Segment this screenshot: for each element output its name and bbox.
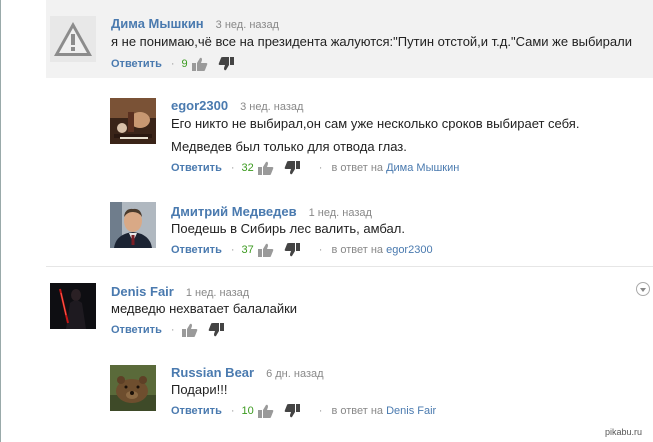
avatar[interactable] bbox=[50, 283, 96, 329]
reply-button[interactable]: Ответить bbox=[111, 58, 162, 70]
separator-dot: · bbox=[170, 324, 175, 336]
thumbs-up-icon[interactable] bbox=[191, 57, 208, 71]
comment-actions: Ответить · 10 · в ответ на Denis Fair bbox=[171, 404, 436, 418]
comment-header: Дмитрий Медведев 1 нед. назад bbox=[171, 203, 372, 221]
comment-text: Медведев был только для отвода глаз. bbox=[171, 139, 407, 154]
separator-dot: · bbox=[170, 58, 175, 70]
comment-actions: Ответить · 37 · в ответ на egor2300 bbox=[171, 243, 433, 257]
thumbs-up-icon[interactable] bbox=[257, 161, 274, 175]
comment-text: Поедешь в Сибирь лес валить, амбал. bbox=[171, 221, 405, 236]
like-count: 32 bbox=[241, 162, 254, 174]
comment-time[interactable]: 1 нед. назад bbox=[309, 207, 372, 219]
comment-text: медведю нехватает балалайки bbox=[111, 301, 298, 316]
in-reply-prefix: в ответ на bbox=[331, 162, 384, 174]
in-reply-prefix: в ответ на bbox=[331, 405, 384, 417]
thumbs-down-icon[interactable] bbox=[284, 161, 300, 175]
thread-divider bbox=[46, 266, 653, 267]
separator-dot: · bbox=[230, 244, 235, 256]
thumbs-up-icon[interactable] bbox=[257, 243, 274, 257]
separator-dot: · bbox=[230, 405, 235, 417]
comment-text: я не понимаю,чё все на президента жалуют… bbox=[111, 34, 632, 49]
reply-button[interactable]: Ответить bbox=[111, 324, 162, 336]
comment-actions: Ответить · bbox=[111, 323, 234, 337]
comment-header: Denis Fair 1 нед. назад bbox=[111, 283, 249, 301]
thumbs-down-icon[interactable] bbox=[284, 404, 300, 418]
comment-time[interactable]: 1 нед. назад bbox=[186, 287, 249, 299]
author-name[interactable]: Russian Bear bbox=[171, 365, 254, 380]
in-reply-to-link[interactable]: Denis Fair bbox=[386, 405, 436, 417]
comment-actions: Ответить · 32 · в ответ на Дима Мышкин bbox=[171, 161, 459, 175]
like-count: 37 bbox=[241, 244, 254, 256]
thumbs-down-icon[interactable] bbox=[284, 243, 300, 257]
thumbs-up-icon[interactable] bbox=[181, 323, 198, 337]
comment-time[interactable]: 3 нед. назад bbox=[216, 19, 279, 31]
warning-triangle-icon bbox=[50, 16, 96, 62]
reply-button[interactable]: Ответить bbox=[171, 405, 222, 417]
avatar[interactable] bbox=[110, 365, 156, 411]
left-border bbox=[0, 0, 1, 442]
reply-button[interactable]: Ответить bbox=[171, 244, 222, 256]
watermark-text: pikabu.ru bbox=[605, 427, 643, 437]
bear-avatar bbox=[110, 365, 156, 411]
separator-dot: · bbox=[230, 162, 235, 174]
author-name[interactable]: egor2300 bbox=[171, 98, 228, 113]
thumbs-up-icon[interactable] bbox=[257, 404, 274, 418]
comment-text: Подари!!! bbox=[171, 382, 228, 397]
comment-menu-chevron-icon[interactable] bbox=[636, 282, 650, 296]
avatar[interactable] bbox=[110, 202, 156, 248]
in-reply-to-link[interactable]: egor2300 bbox=[386, 244, 433, 256]
comment-time[interactable]: 3 нед. назад bbox=[240, 101, 303, 113]
in-reply-prefix: в ответ на bbox=[331, 244, 384, 256]
reply-button[interactable]: Ответить bbox=[171, 162, 222, 174]
photo-avatar bbox=[110, 98, 156, 144]
author-name[interactable]: Denis Fair bbox=[111, 284, 174, 299]
separator-dot: · bbox=[318, 405, 323, 417]
thumbs-down-icon[interactable] bbox=[218, 57, 234, 71]
comment-header: Russian Bear 6 дн. назад bbox=[171, 364, 324, 382]
dark-figure-avatar bbox=[50, 283, 96, 329]
comment-text: Его никто не выбирал,он сам уже нескольк… bbox=[171, 116, 580, 131]
separator-dot: · bbox=[318, 244, 323, 256]
comment-time[interactable]: 6 дн. назад bbox=[266, 368, 323, 380]
avatar[interactable] bbox=[110, 98, 156, 144]
in-reply-to: в ответ на Дима Мышкин bbox=[331, 162, 459, 174]
in-reply-to: в ответ на egor2300 bbox=[331, 244, 432, 256]
like-count: 10 bbox=[241, 405, 254, 417]
avatar[interactable] bbox=[50, 16, 96, 62]
comment-header: egor2300 3 нед. назад bbox=[171, 97, 303, 115]
separator-dot: · bbox=[318, 162, 323, 174]
author-name[interactable]: Дима Мышкин bbox=[111, 16, 204, 31]
like-count: 9 bbox=[181, 58, 188, 70]
in-reply-to-link[interactable]: Дима Мышкин bbox=[386, 162, 459, 174]
portrait-avatar bbox=[110, 202, 156, 248]
comment-header: Дима Мышкин 3 нед. назад bbox=[111, 15, 279, 33]
in-reply-to: в ответ на Denis Fair bbox=[331, 405, 436, 417]
comment-actions: Ответить · 9 bbox=[111, 57, 244, 71]
author-name[interactable]: Дмитрий Медведев bbox=[171, 204, 297, 219]
thumbs-down-icon[interactable] bbox=[208, 323, 224, 337]
